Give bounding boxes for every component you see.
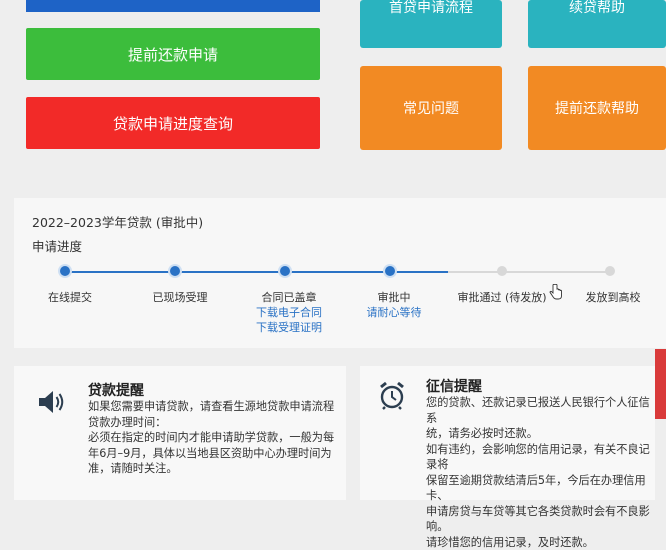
credit-notice-line: 申请房贷与车贷等其它各类贷款时会有不良影响。 <box>426 504 655 535</box>
step-dot-contract <box>280 266 290 276</box>
step-dot-approved <box>497 266 507 276</box>
loan-notice-body: 如果您需要申请贷款，请查看生源地贷款申请流程 贷款办理时间： 必须在指定的时间内… <box>88 399 334 477</box>
loan-notice-line: 年6月–9月，具体以当地县区资助中心办理时间为 <box>88 446 334 462</box>
credit-notice-line: 请珍惜您的信用记录，及时还款。 <box>426 535 655 550</box>
loan-year-title: 2022–2023学年贷款 (审批中) <box>32 212 203 231</box>
step-dot-disbursed <box>605 266 615 276</box>
early-repayment-help-tile[interactable]: 提前还款帮助 <box>528 66 666 150</box>
side-edge-widget[interactable] <box>655 349 666 419</box>
download-acceptance-proof-link[interactable]: 下载受理证明 <box>256 319 322 335</box>
early-repayment-apply-label: 提前还款申请 <box>128 44 218 65</box>
loan-notice-panel: 贷款提醒 如果您需要申请贷款，请查看生源地贷款申请流程 贷款办理时间： 必须在指… <box>14 366 346 500</box>
step-label-disbursed: 发放到高校 <box>586 289 641 305</box>
loan-notice-line: 如果您需要申请贷款，请查看生源地贷款申请流程 <box>88 399 334 415</box>
faq-tile[interactable]: 常见问题 <box>360 66 502 150</box>
loan-notice-title: 贷款提醒 <box>88 380 144 400</box>
credit-notice-body: 您的贷款、还款记录已报送人民银行个人征信系 统，请务必按时还款。 如有违约，会影… <box>426 395 655 550</box>
renew-help-label: 续贷帮助 <box>569 0 625 17</box>
loan-progress-query-label: 贷款申请进度查询 <box>113 113 233 134</box>
loan-progress-query-button[interactable]: 贷款申请进度查询 <box>26 97 320 149</box>
speaker-icon <box>36 388 66 416</box>
step-dot-accepted <box>170 266 180 276</box>
step-label-approved: 审批通过 (待发放) <box>457 289 546 305</box>
early-repayment-apply-button[interactable]: 提前还款申请 <box>26 28 320 80</box>
pointer-cursor-icon <box>549 284 563 300</box>
loan-progress-card: 2022–2023学年贷款 (审批中) 申请进度 <box>14 198 666 348</box>
step-dot-submitted <box>60 266 70 276</box>
faq-label: 常见问题 <box>403 98 459 118</box>
first-loan-flow-tile[interactable]: 首贷申请流程 <box>360 0 502 48</box>
step-label-reviewing: 审批中 <box>378 289 411 305</box>
progress-label: 申请进度 <box>32 236 82 255</box>
step-dot-reviewing <box>385 266 395 276</box>
credit-notice-line: 保留至逾期贷款结清后5年，今后在办理信用卡、 <box>426 473 655 504</box>
credit-notice-title: 征信提醒 <box>426 376 482 396</box>
renew-help-tile[interactable]: 续贷帮助 <box>528 0 666 48</box>
step-label-accepted: 已现场受理 <box>153 289 208 305</box>
credit-notice-line: 您的贷款、还款记录已报送人民银行个人征信系 <box>426 395 655 426</box>
loan-notice-line: 准，请随时关注。 <box>88 461 334 477</box>
loan-notice-line: 贷款办理时间： <box>88 415 334 431</box>
progress-track-pending <box>448 271 610 273</box>
loan-notice-line: 必须在指定的时间内才能申请助学贷款，一般为每 <box>88 430 334 446</box>
download-e-contract-link[interactable]: 下载电子合同 <box>256 304 322 320</box>
alarm-clock-icon <box>378 380 406 410</box>
step-label-contract: 合同已盖章 <box>262 289 317 305</box>
early-repayment-help-label: 提前还款帮助 <box>555 98 639 118</box>
credit-notice-line: 如有违约，会影响您的信用记录，有关不良记录将 <box>426 442 655 473</box>
top-blue-bar[interactable] <box>26 0 320 12</box>
please-wait-text: 请耐心等待 <box>367 304 422 320</box>
step-label-submitted: 在线提交 <box>48 289 92 305</box>
credit-notice-panel: 征信提醒 您的贷款、还款记录已报送人民银行个人征信系 统，请务必按时还款。 如有… <box>360 366 655 500</box>
credit-notice-line: 统，请务必按时还款。 <box>426 426 655 442</box>
first-loan-flow-label: 首贷申请流程 <box>389 0 473 17</box>
